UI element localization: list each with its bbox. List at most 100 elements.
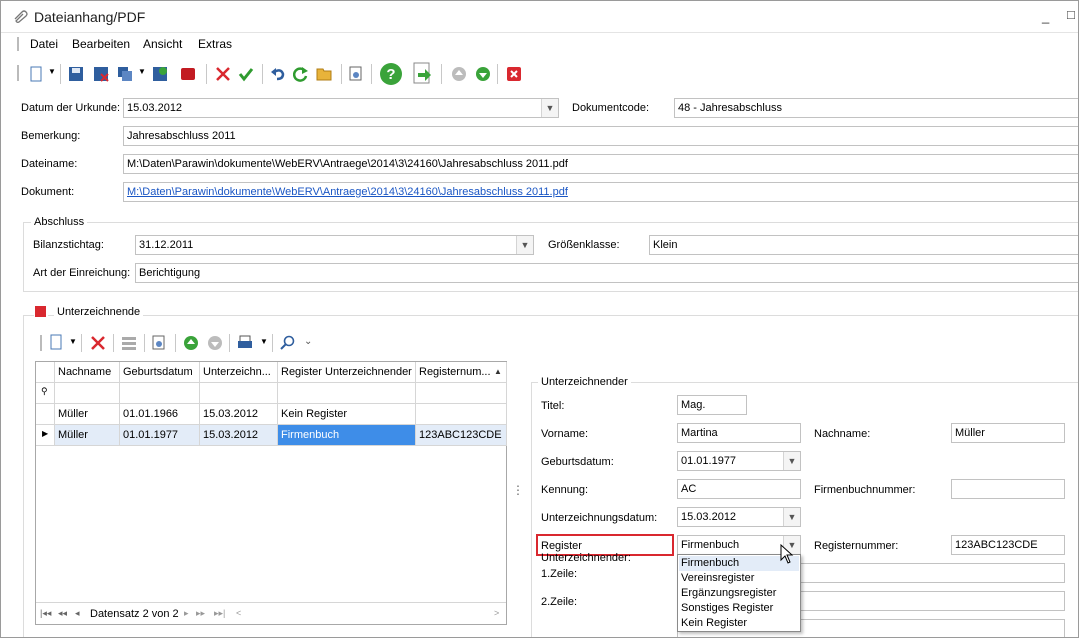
unterzeichnungsdatum-field[interactable]: 15.03.2012 ▼ [677, 507, 801, 527]
save-icon[interactable] [67, 65, 85, 83]
delete-icon[interactable] [214, 65, 232, 83]
firmenbuchnr-field[interactable] [951, 479, 1065, 499]
grid-search-icon[interactable] [280, 335, 296, 354]
cell-geburtsdatum[interactable]: 01.01.1977 [120, 425, 200, 446]
nachname-field[interactable]: Müller [951, 423, 1065, 443]
column-header-geburtsdatum[interactable]: Geburtsdatum [120, 362, 200, 383]
nav-next-icon[interactable]: ▸ [184, 608, 189, 619]
grid-move-down-icon[interactable] [207, 335, 223, 354]
new-icon[interactable] [27, 65, 45, 83]
toolbar-separator [341, 64, 342, 84]
cell-geburtsdatum[interactable]: 01.01.1966 [120, 404, 200, 425]
row-indicator[interactable] [36, 404, 55, 425]
bilanz-field[interactable]: 31.12.2011 ▼ [135, 235, 534, 255]
grid-new-icon[interactable] [49, 334, 63, 353]
scroll-left-icon[interactable]: < [236, 608, 241, 618]
preview-icon[interactable] [347, 65, 365, 83]
grid-search-dropdown-icon[interactable]: ⌄ [304, 336, 312, 347]
dateiname-label: Dateiname: [21, 158, 78, 170]
titel-field[interactable]: Mag. [677, 395, 747, 415]
dateiname-field[interactable]: M:\Daten\Parawin\dokumente\WebERV\Antrae… [123, 154, 1078, 174]
copy-icon[interactable] [116, 65, 134, 83]
copy-dropdown-icon[interactable]: ▼ [138, 67, 146, 76]
option-firmenbuch[interactable]: Firmenbuch [681, 557, 739, 569]
cell-unterzeichnungsdatum[interactable]: 15.03.2012 [200, 404, 278, 425]
new-dropdown-icon[interactable]: ▼ [48, 67, 56, 76]
filter-cell[interactable] [120, 383, 200, 404]
option-vereinsregister[interactable]: Vereinsregister [681, 572, 754, 584]
cell-registernummer[interactable] [416, 404, 507, 425]
filter-cell[interactable] [278, 383, 416, 404]
toolbar-separator [60, 64, 61, 84]
option-ergaenzungsregister[interactable]: Ergänzungsregister [681, 587, 776, 599]
column-header-unterzeichnungsdatum[interactable]: Unterzeichn... [200, 362, 278, 383]
export-icon[interactable] [412, 62, 434, 86]
datum-field[interactable]: 15.03.2012 ▼ [123, 98, 559, 118]
unterzeichnungsdatum-dropdown-icon[interactable]: ▼ [783, 508, 800, 526]
bilanz-value: 31.12.2011 [139, 239, 194, 251]
grid-delete-icon[interactable] [90, 335, 106, 354]
filter-cell[interactable] [55, 383, 120, 404]
groesse-field[interactable]: Klein [649, 235, 1078, 255]
cell-nachname[interactable]: Müller [55, 425, 120, 446]
stop-icon[interactable] [179, 65, 197, 83]
help-icon[interactable]: ? [379, 62, 403, 86]
option-sonstiges-register[interactable]: Sonstiges Register [681, 602, 773, 614]
bilanz-dropdown-icon[interactable]: ▼ [516, 236, 533, 254]
grid-new-dropdown-icon[interactable]: ▼ [69, 337, 77, 346]
refresh-icon[interactable] [292, 65, 310, 83]
nav-next-page-icon[interactable]: ▸▸ [196, 608, 205, 619]
kennung-field[interactable]: AC [677, 479, 801, 499]
move-up-icon[interactable] [450, 65, 468, 83]
cell-nachname[interactable]: Müller [55, 404, 120, 425]
zeile1-label: 1.Zeile: [541, 568, 578, 580]
mouse-cursor-icon [780, 543, 794, 567]
geburtsdatum-field[interactable]: 01.01.1977 ▼ [677, 451, 801, 471]
menu-ansicht[interactable]: Ansicht [143, 37, 182, 51]
menu-datei[interactable]: Datei [30, 37, 58, 51]
dokument-link[interactable]: M:\Daten\Parawin\dokumente\WebERV\Antrae… [127, 186, 568, 198]
cell-registernummer[interactable]: 123ABC123CDE [416, 425, 507, 446]
svg-text:?: ? [386, 66, 395, 83]
minimize-button[interactable]: _ [1042, 9, 1049, 24]
vorname-field[interactable]: Martina [677, 423, 801, 443]
cell-unterzeichnungsdatum[interactable]: 15.03.2012 [200, 425, 278, 446]
grid-list-icon[interactable] [121, 335, 137, 354]
maximize-button[interactable]: □ [1067, 7, 1075, 22]
filter-cell[interactable] [200, 383, 278, 404]
datum-dropdown-icon[interactable]: ▼ [541, 99, 558, 117]
nav-last-icon[interactable]: ▸▸| [214, 608, 225, 619]
filter-cell[interactable] [416, 383, 507, 404]
splitter-handle[interactable]: ⋮ [512, 483, 524, 497]
dokument-label: Dokument: [21, 186, 75, 198]
grid-print-dropdown-icon[interactable]: ▼ [260, 337, 268, 346]
menu-extras[interactable]: Extras [198, 37, 232, 51]
confirm-icon[interactable] [237, 65, 255, 83]
sort-ascending-icon: ▲ [494, 367, 502, 376]
cell-register[interactable]: Kein Register [278, 404, 416, 425]
geburtsdatum-dropdown-icon[interactable]: ▼ [783, 452, 800, 470]
option-kein-register[interactable]: Kein Register [681, 617, 747, 629]
scroll-right-icon[interactable]: > [494, 608, 499, 618]
row-indicator[interactable]: ▶ [36, 425, 55, 446]
cell-register-focused[interactable]: Firmenbuch [278, 425, 416, 446]
nav-prev-page-icon[interactable]: ◂◂ [58, 608, 67, 619]
bemerkung-field[interactable]: Jahresabschluss 2011 [123, 126, 1078, 146]
column-header-register[interactable]: Register Unterzeichnender [278, 362, 416, 383]
nav-first-icon[interactable]: |◂◂ [40, 608, 51, 619]
open-folder-icon[interactable] [316, 65, 334, 83]
column-header-nachname[interactable]: Nachname [55, 362, 120, 383]
nav-prev-icon[interactable]: ◂ [75, 608, 80, 619]
art-field[interactable]: Berichtigung [135, 263, 1078, 283]
grid-move-up-icon[interactable] [183, 335, 199, 354]
grid-preview-icon[interactable] [151, 335, 167, 354]
dokumentcode-field[interactable]: 48 - Jahresabschluss [674, 98, 1078, 118]
save-close-icon[interactable] [92, 65, 110, 83]
registernummer-field[interactable]: 123ABC123CDE [951, 535, 1065, 555]
move-down-icon[interactable] [474, 65, 492, 83]
save-db-icon[interactable] [151, 65, 169, 83]
close-icon[interactable] [505, 65, 523, 83]
undo-icon[interactable] [269, 65, 287, 83]
menu-bearbeiten[interactable]: Bearbeiten [72, 37, 130, 51]
grid-print-icon[interactable] [237, 335, 253, 354]
